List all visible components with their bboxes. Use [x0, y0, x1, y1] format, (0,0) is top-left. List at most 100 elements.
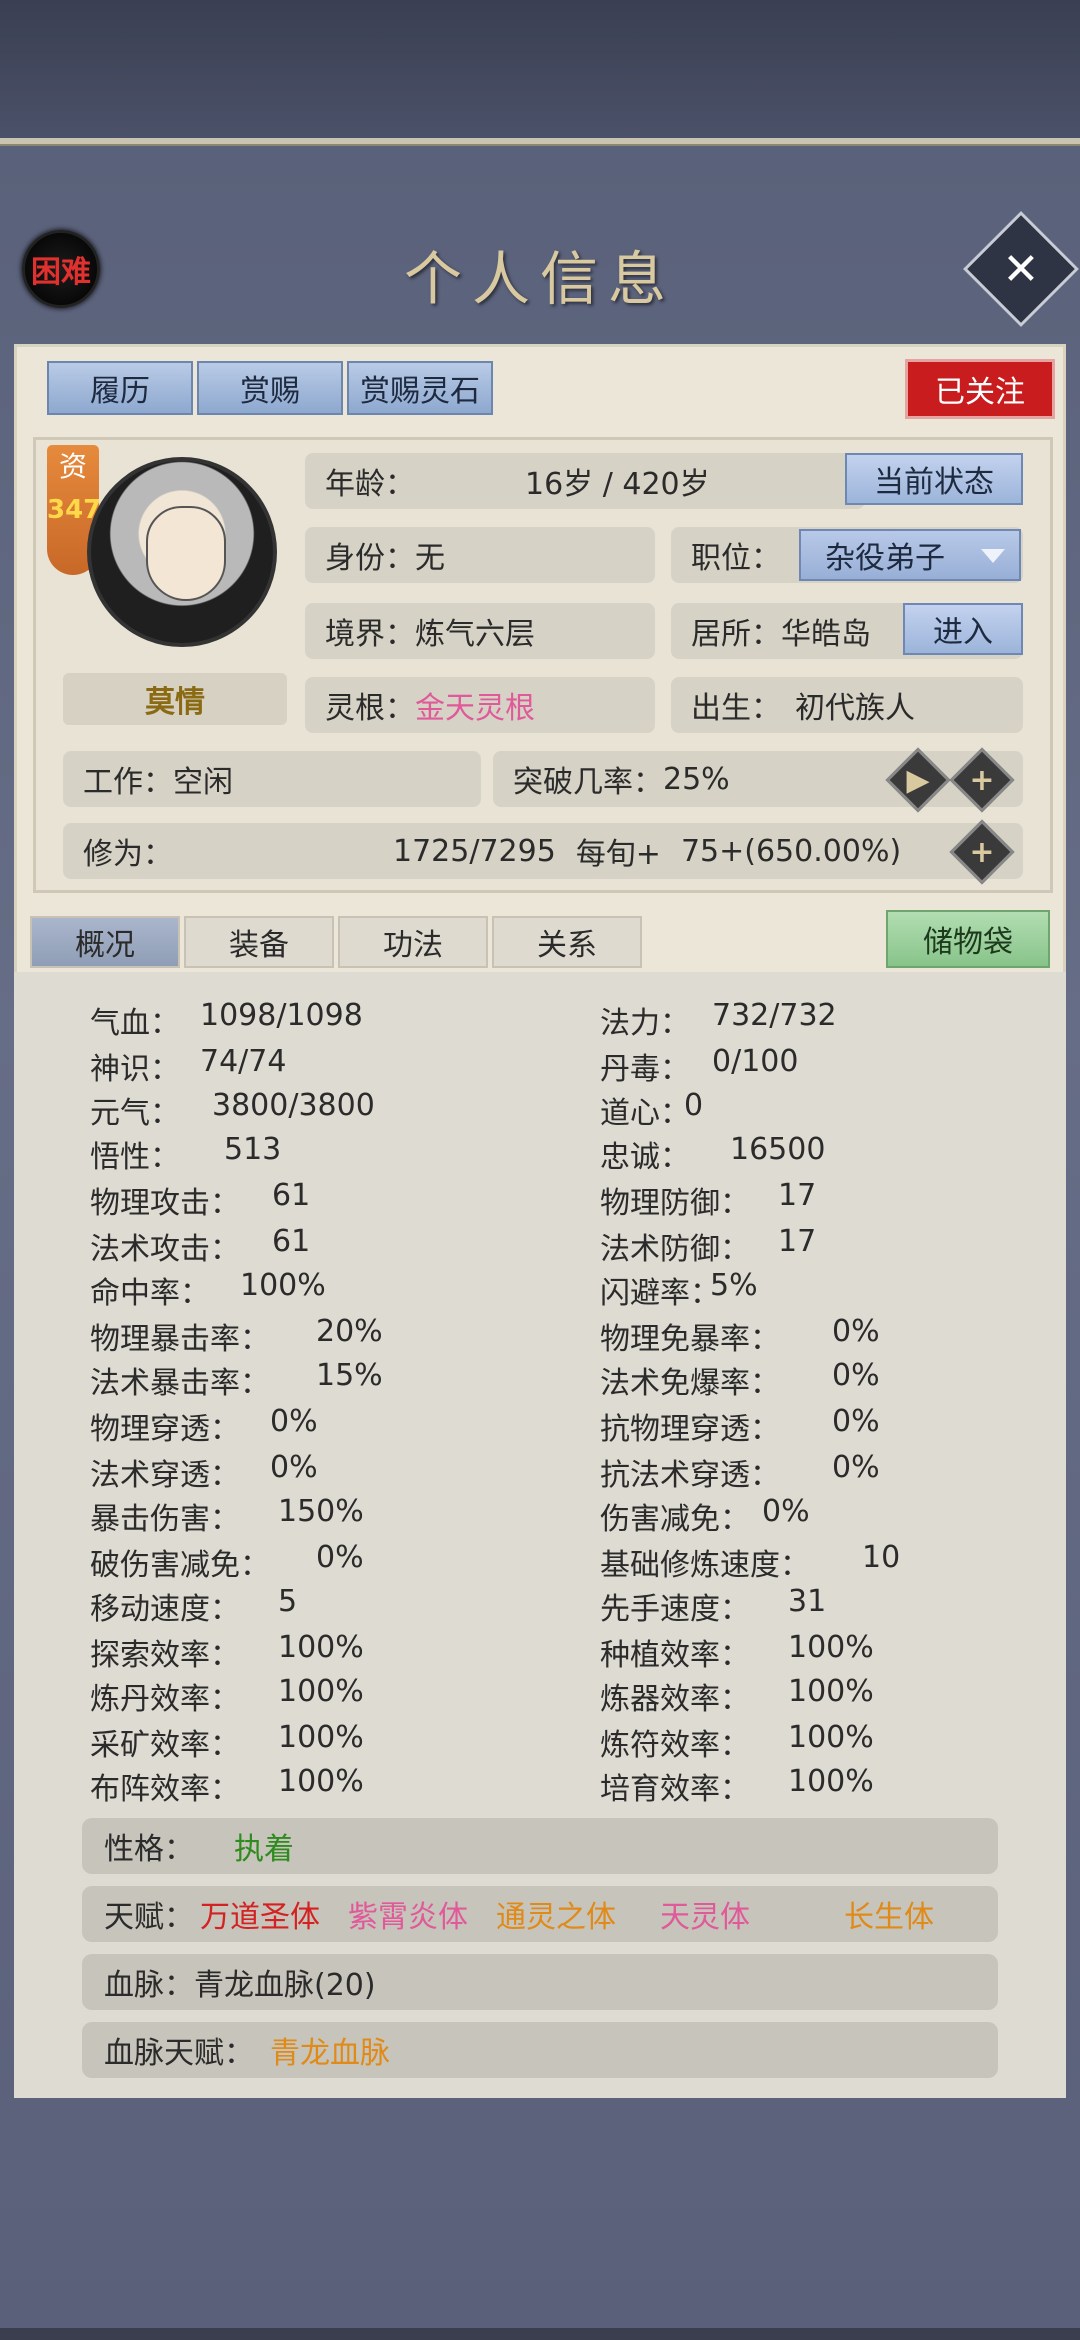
stat-row: 道心： 0: [600, 1088, 703, 1132]
tab-techniques[interactable]: 功法: [338, 916, 488, 968]
stat-value: 100%: [788, 1720, 874, 1755]
stat-value: 0: [684, 1088, 704, 1123]
stat-label: 炼符效率：: [600, 1728, 750, 1763]
spirit-root-value: 金天灵根: [415, 691, 535, 726]
stat-label: 法术免爆率：: [600, 1366, 780, 1401]
talent-item[interactable]: 紫霄炎体: [348, 1892, 468, 1936]
stat-row: 抗法术穿透： 0%: [600, 1450, 880, 1494]
stat-row: 培育效率： 100%: [600, 1764, 874, 1808]
stat-row: 丹毒： 0/100: [600, 1044, 798, 1088]
stat-row: 悟性： 513: [90, 1132, 281, 1176]
age-field: 年龄： 16岁 / 420岁: [305, 453, 865, 509]
stat-value: 31: [788, 1584, 827, 1619]
stat-value: 0%: [832, 1358, 880, 1393]
avatar[interactable]: [87, 457, 277, 647]
talent-item[interactable]: 万道圣体: [200, 1892, 320, 1936]
stat-row: 物理防御： 17: [600, 1178, 816, 1222]
stat-value: 20%: [316, 1314, 383, 1349]
stat-label: 先手速度：: [600, 1592, 750, 1627]
stat-row: 物理穿透： 0%: [90, 1404, 318, 1448]
stat-label: 命中率：: [90, 1276, 210, 1311]
stat-label: 炼器效率：: [600, 1682, 750, 1717]
aptitude-label: 资: [58, 450, 87, 483]
stat-value: 10: [862, 1540, 901, 1575]
breakthrough-label: 突破几率：: [513, 765, 663, 800]
stat-row: 探索效率： 100%: [90, 1630, 364, 1674]
personality-value: 执着: [234, 1832, 294, 1867]
stat-label: 物理防御：: [600, 1186, 750, 1221]
stat-value: 100%: [278, 1674, 364, 1709]
talent-item[interactable]: 天灵体: [660, 1892, 750, 1936]
stat-value: 0%: [832, 1450, 880, 1485]
age-label: 年龄：: [325, 467, 415, 502]
bloodline-talent-value[interactable]: 青龙血脉: [270, 2028, 390, 2072]
stat-row: 采矿效率： 100%: [90, 1720, 364, 1764]
stat-value: 100%: [788, 1764, 874, 1799]
page-title: 个人信息: [403, 245, 676, 313]
stat-label: 道心：: [600, 1096, 690, 1131]
current-status-button[interactable]: 当前状态: [845, 453, 1023, 505]
stat-row: 元气： 3800/3800: [90, 1088, 375, 1132]
stat-row: 种植效率： 100%: [600, 1630, 874, 1674]
stat-row: 物理暴击率： 20%: [90, 1314, 383, 1358]
tab-reward-spirit-stone[interactable]: 赏赐灵石: [347, 361, 493, 415]
cultivation-rate-value: 75+(650.00%): [680, 833, 902, 869]
tab-relations[interactable]: 关系: [492, 916, 642, 968]
stat-label: 采矿效率：: [90, 1728, 240, 1763]
stat-row: 法术防御： 17: [600, 1224, 816, 1268]
cultivation-rate-label: 每旬+: [575, 837, 661, 872]
stat-label: 基础修炼速度：: [600, 1548, 810, 1583]
position-label: 职位：: [691, 541, 781, 576]
stat-label: 法术暴击率：: [90, 1366, 270, 1401]
stat-value: 61: [272, 1224, 311, 1259]
stat-value: 1098/1098: [200, 998, 363, 1033]
talent-item[interactable]: 通灵之体: [496, 1892, 616, 1936]
stat-row: 移动速度： 5: [90, 1584, 297, 1628]
stat-label: 元气：: [90, 1096, 180, 1131]
tab-history[interactable]: 履历: [47, 361, 193, 415]
work-field: 工作： 空闲: [63, 751, 481, 807]
character-name: 莫情: [63, 673, 287, 725]
stat-row: 法术免爆率： 0%: [600, 1358, 880, 1402]
stat-label: 暴击伤害：: [90, 1502, 240, 1537]
personality-label: 性格：: [104, 1832, 194, 1867]
stat-label: 种植效率：: [600, 1638, 750, 1673]
storage-bag-button[interactable]: 储物袋: [886, 910, 1050, 968]
identity-label: 身份：: [325, 541, 415, 576]
stat-value: 0%: [762, 1494, 810, 1529]
stat-label: 忠诚：: [600, 1140, 690, 1175]
stat-value: 0%: [270, 1450, 318, 1485]
bottom-divider: [0, 2328, 1080, 2340]
stat-label: 法术攻击：: [90, 1232, 240, 1267]
stat-row: 物理免暴率： 0%: [600, 1314, 880, 1358]
stat-value: 0%: [316, 1540, 364, 1575]
follow-button[interactable]: 已关注: [905, 359, 1055, 419]
stat-value: 100%: [240, 1268, 326, 1303]
stat-row: 炼丹效率： 100%: [90, 1674, 364, 1718]
stat-value: 5%: [710, 1268, 758, 1303]
stat-value: 100%: [278, 1764, 364, 1799]
stat-row: 法术攻击： 61: [90, 1224, 310, 1268]
bloodline-talent-label: 血脉天赋：: [104, 2036, 254, 2071]
cultivation-field: 修为： 1725/7295 每旬+ 75+(650.00%): [63, 823, 1023, 879]
tab-equipment[interactable]: 装备: [184, 916, 334, 968]
stat-row: 法力： 732/732: [600, 998, 837, 1042]
stat-label: 气血：: [90, 1006, 180, 1041]
tab-reward[interactable]: 赏赐: [197, 361, 343, 415]
stat-value: 16500: [730, 1132, 826, 1167]
stat-label: 闪避率：: [600, 1276, 720, 1311]
talent-item[interactable]: 长生体: [844, 1892, 934, 1936]
work-label: 工作：: [83, 765, 173, 800]
tab-overview[interactable]: 概况: [30, 916, 180, 968]
stat-label: 移动速度：: [90, 1592, 240, 1627]
identity-field: 身份： 无: [305, 527, 655, 583]
stat-value: 732/732: [712, 998, 837, 1033]
position-select[interactable]: 杂役弟子: [799, 529, 1021, 581]
stat-value: 15%: [316, 1358, 383, 1393]
stat-value: 100%: [788, 1630, 874, 1665]
enter-residence-button[interactable]: 进入: [903, 603, 1023, 655]
stat-value: 0%: [832, 1404, 880, 1439]
stat-label: 悟性：: [90, 1140, 180, 1175]
stat-label: 法术穿透：: [90, 1458, 240, 1493]
stat-row: 忠诚： 16500: [600, 1132, 825, 1176]
